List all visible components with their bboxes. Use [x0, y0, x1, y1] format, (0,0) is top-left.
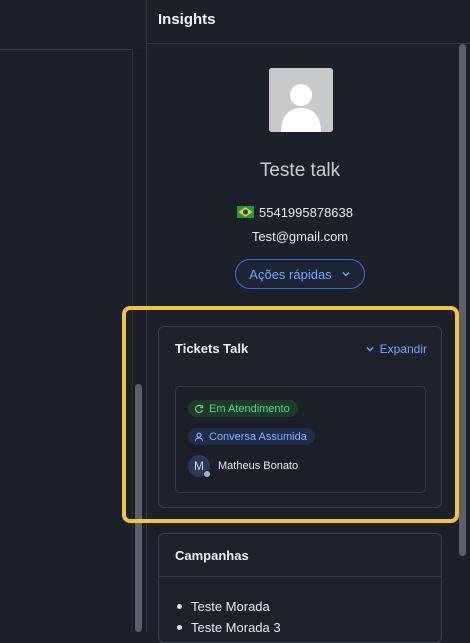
campaigns-card: Campanhas Teste Morada Teste Morada 3 [158, 533, 442, 643]
chevron-down-icon [366, 347, 374, 352]
expand-button[interactable]: Expandir [365, 342, 427, 356]
insights-title: Insights [158, 11, 216, 28]
agent-initial: M [194, 459, 204, 473]
left-scrollbar-thumb[interactable] [135, 384, 142, 632]
left-pane [0, 0, 146, 632]
status-badge: Em Atendimento [188, 400, 298, 417]
campaign-item-label: Teste Morada [191, 599, 270, 614]
tickets-card-title: Tickets Talk [175, 341, 249, 356]
brazil-flag-icon [237, 206, 254, 218]
tickets-card: Tickets Talk Expandir Em Atendimento Con… [158, 326, 442, 508]
insights-scrollbar-thumb[interactable] [459, 44, 466, 556]
agent-avatar: M [188, 455, 211, 478]
ticket-item[interactable]: Em Atendimento Conversa Assumida M Mathe… [175, 386, 426, 493]
campaigns-card-title: Campanhas [175, 548, 249, 563]
contact-phone-number: 5541995878638 [259, 204, 353, 220]
agent-name: Matheus Bonato [218, 460, 299, 472]
status-badge-label: Em Atendimento [209, 402, 290, 415]
user-placeholder-icon [269, 68, 333, 132]
insights-header: Insights [147, 0, 470, 44]
card-divider [159, 576, 441, 577]
contact-email: Test@gmail.com [251, 229, 349, 244]
chevron-down-icon [342, 272, 350, 277]
quick-actions-button[interactable]: Ações rápidas [235, 259, 365, 289]
campaign-item-label: Teste Morada 3 [191, 620, 281, 635]
campaign-item[interactable]: Teste Morada 3 [177, 617, 281, 638]
left-topbar [0, 0, 146, 50]
bullet-icon [177, 625, 182, 630]
quick-actions-label: Ações rápidas [249, 266, 332, 282]
bullet-icon [177, 604, 182, 609]
contact-avatar [269, 68, 333, 132]
contact-phone: 5541995878638 [237, 203, 353, 221]
expand-label: Expandir [379, 342, 427, 356]
campaign-item[interactable]: Teste Morada [177, 596, 281, 617]
refresh-icon [194, 404, 204, 413]
user-icon [194, 432, 204, 441]
contact-name: Teste talk [259, 160, 341, 181]
assigned-agent: M Matheus Bonato [188, 455, 299, 478]
assignment-badge: Conversa Assumida [188, 428, 315, 445]
agent-status-dot [203, 470, 211, 478]
assignment-badge-label: Conversa Assumida [209, 430, 307, 443]
